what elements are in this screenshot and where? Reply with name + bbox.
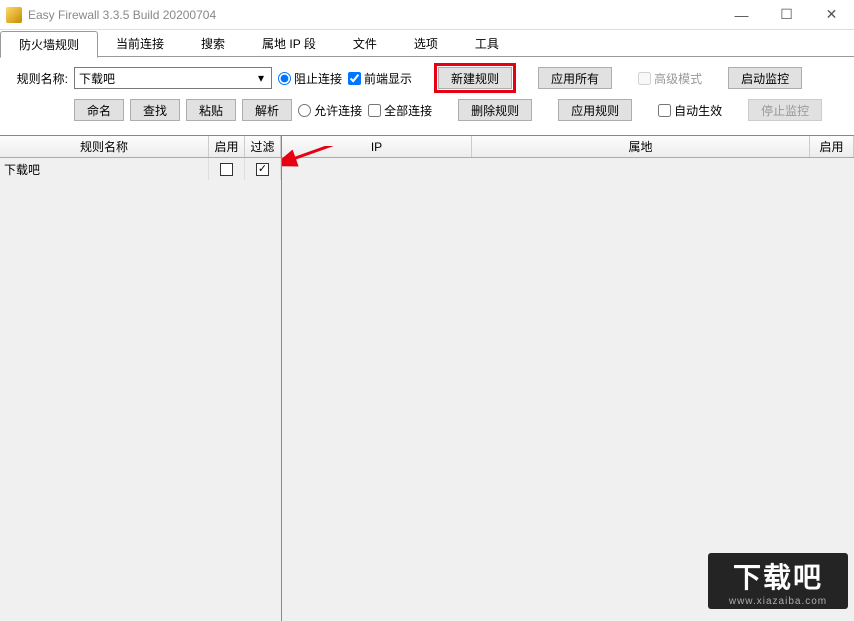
rule-name-value: 下载吧 [79,70,115,87]
rename-button[interactable]: 命名 [74,99,124,121]
col-enable[interactable]: 启用 [209,136,245,157]
maximize-button[interactable]: ☐ [764,0,809,29]
delete-rule-button[interactable]: 删除规则 [458,99,532,121]
check-all-connection[interactable]: 全部连接 [368,102,432,119]
tab-search[interactable]: 搜索 [182,30,244,56]
minimize-button[interactable]: — [719,0,764,29]
col-ip[interactable]: IP [282,136,472,157]
rule-name-label: 规则名称: [10,70,68,87]
app-icon [6,7,22,23]
tab-options[interactable]: 选项 [395,30,457,56]
col-location[interactable]: 属地 [472,136,810,157]
toolbar: 规则名称: 下载吧 ▾ 阻止连接 前端显示 新建规则 应用所有 高级模式 启动监… [0,57,854,135]
ip-list-header: IP 属地 启用 [282,136,854,158]
col-rule-name[interactable]: 规则名称 [0,136,209,157]
check-advanced-mode[interactable]: 高级模式 [638,70,702,87]
main-tabs: 防火墙规则 当前连接 搜索 属地 IP 段 文件 选项 工具 [0,30,854,57]
ip-list-pane: IP 属地 启用 [282,136,854,621]
tab-file[interactable]: 文件 [334,30,396,56]
watermark-url: www.xiazaiba.com [729,596,827,607]
tab-current-connections[interactable]: 当前连接 [97,30,183,56]
tab-location-ip[interactable]: 属地 IP 段 [243,30,335,56]
rule-row-filter[interactable] [245,158,281,180]
watermark-text: 下载吧 [733,556,823,596]
chevron-down-icon: ▾ [253,70,269,86]
paste-button[interactable]: 粘贴 [186,99,236,121]
apply-all-button[interactable]: 应用所有 [538,67,612,89]
check-auto-effect[interactable]: 自动生效 [658,102,722,119]
col-filter[interactable]: 过滤 [245,136,281,157]
content-area: 规则名称 启用 过滤 下载吧 IP 属地 启用 [0,135,854,621]
tab-firewall-rules[interactable]: 防火墙规则 [0,31,98,58]
rule-row-name: 下载吧 [0,158,209,180]
col-ip-enable[interactable]: 启用 [810,136,854,157]
stop-monitor-button[interactable]: 停止监控 [748,99,822,121]
apply-rule-button[interactable]: 应用规则 [558,99,632,121]
close-button[interactable]: ✕ [809,0,854,29]
titlebar: Easy Firewall 3.3.5 Build 20200704 — ☐ ✕ [0,0,854,30]
radio-block-connection[interactable]: 阻止连接 [278,70,342,87]
window-title: Easy Firewall 3.3.5 Build 20200704 [28,8,719,22]
radio-allow-connection[interactable]: 允许连接 [298,102,362,119]
rules-list-pane: 规则名称 启用 过滤 下载吧 [0,136,282,621]
tab-tools[interactable]: 工具 [456,30,518,56]
rules-list-body[interactable]: 下载吧 [0,158,281,621]
parse-button[interactable]: 解析 [242,99,292,121]
ip-list-body[interactable] [282,158,854,621]
new-rule-button[interactable]: 新建规则 [438,67,512,89]
rules-list-header: 规则名称 启用 过滤 [0,136,281,158]
start-monitor-button[interactable]: 启动监控 [728,67,802,89]
rule-row[interactable]: 下载吧 [0,158,281,180]
window-controls: — ☐ ✕ [719,0,854,29]
check-frontend-display[interactable]: 前端显示 [348,70,412,87]
rule-name-combo[interactable]: 下载吧 ▾ [74,67,272,89]
watermark: 下载吧 www.xiazaiba.com [708,553,848,609]
rule-row-enable[interactable] [209,158,245,180]
find-button[interactable]: 查找 [130,99,180,121]
